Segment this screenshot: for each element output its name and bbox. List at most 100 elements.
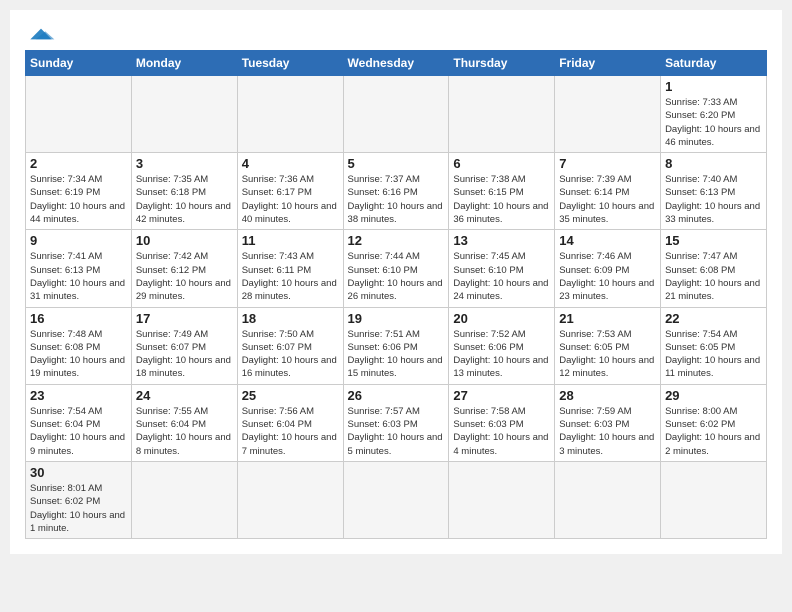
calendar-day-cell: 3 Sunrise: 7:35 AM Sunset: 6:18 PM Daylig…	[131, 153, 237, 230]
calendar-day-cell	[26, 76, 132, 153]
calendar-day-cell: 13Sunrise: 7:45 AM Sunset: 6:10 PM Dayli…	[449, 230, 555, 307]
calendar-day-cell: 11 Sunrise: 7:43 AM Sunset: 6:11 PM Dayli…	[237, 230, 343, 307]
day-number: 26	[348, 388, 445, 403]
calendar-day-cell	[237, 76, 343, 153]
calendar-day-cell: 10Sunrise: 7:42 AM Sunset: 6:12 PM Dayli…	[131, 230, 237, 307]
day-info: Sunrise: 7:52 AM Sunset: 6:06 PM Dayligh…	[453, 328, 550, 381]
calendar-week-row: 16Sunrise: 7:48 AM Sunset: 6:08 PM Dayli…	[26, 307, 767, 384]
day-number: 23	[30, 388, 127, 403]
day-number: 8	[665, 156, 762, 171]
logo	[25, 24, 59, 44]
calendar-day-cell: 29Sunrise: 8:00 AM Sunset: 6:02 PM Dayli…	[661, 384, 767, 461]
day-number: 25	[242, 388, 339, 403]
calendar-day-cell: 20 Sunrise: 7:52 AM Sunset: 6:06 PM Dayli…	[449, 307, 555, 384]
day-number: 6	[453, 156, 550, 171]
day-number: 21	[559, 311, 656, 326]
day-number: 22	[665, 311, 762, 326]
calendar-day-cell: 25 Sunrise: 7:56 AM Sunset: 6:04 PM Dayli…	[237, 384, 343, 461]
day-number: 11	[242, 233, 339, 248]
day-info: Sunrise: 7:44 AM Sunset: 6:10 PM Dayligh…	[348, 250, 445, 303]
calendar-day-cell: 17 Sunrise: 7:49 AM Sunset: 6:07 PM Dayli…	[131, 307, 237, 384]
day-number: 18	[242, 311, 339, 326]
calendar-day-cell	[449, 461, 555, 538]
calendar-day-cell: 7Sunrise: 7:39 AM Sunset: 6:14 PM Daylig…	[555, 153, 661, 230]
day-number: 5	[348, 156, 445, 171]
day-number: 1	[665, 79, 762, 94]
day-info: Sunrise: 7:56 AM Sunset: 6:04 PM Dayligh…	[242, 405, 339, 458]
day-number: 7	[559, 156, 656, 171]
logo-bird-icon	[25, 24, 57, 44]
calendar-day-cell: 30 Sunrise: 8:01 AM Sunset: 6:02 PM Dayli…	[26, 461, 132, 538]
day-info: Sunrise: 7:41 AM Sunset: 6:13 PM Dayligh…	[30, 250, 127, 303]
calendar-week-row: 30 Sunrise: 8:01 AM Sunset: 6:02 PM Dayli…	[26, 461, 767, 538]
day-number: 4	[242, 156, 339, 171]
calendar-day-cell: 19 Sunrise: 7:51 AM Sunset: 6:06 PM Dayli…	[343, 307, 449, 384]
day-info: Sunrise: 7:46 AM Sunset: 6:09 PM Dayligh…	[559, 250, 656, 303]
calendar-day-cell: 1Sunrise: 7:33 AM Sunset: 6:20 PM Daylig…	[661, 76, 767, 153]
weekday-header-wednesday: Wednesday	[343, 51, 449, 76]
calendar-day-cell	[131, 461, 237, 538]
calendar-day-cell	[343, 461, 449, 538]
calendar-day-cell	[237, 461, 343, 538]
day-number: 13	[453, 233, 550, 248]
day-info: Sunrise: 7:51 AM Sunset: 6:06 PM Dayligh…	[348, 328, 445, 381]
day-number: 16	[30, 311, 127, 326]
calendar-day-cell: 26 Sunrise: 7:57 AM Sunset: 6:03 PM Dayli…	[343, 384, 449, 461]
day-number: 14	[559, 233, 656, 248]
calendar-day-cell: 28Sunrise: 7:59 AM Sunset: 6:03 PM Dayli…	[555, 384, 661, 461]
calendar-day-cell	[555, 461, 661, 538]
calendar-day-cell	[555, 76, 661, 153]
day-number: 12	[348, 233, 445, 248]
calendar-day-cell: 22Sunrise: 7:54 AM Sunset: 6:05 PM Dayli…	[661, 307, 767, 384]
day-info: Sunrise: 7:37 AM Sunset: 6:16 PM Dayligh…	[348, 173, 445, 226]
day-info: Sunrise: 7:35 AM Sunset: 6:18 PM Dayligh…	[136, 173, 233, 226]
calendar-day-cell: 23 Sunrise: 7:54 AM Sunset: 6:04 PM Dayli…	[26, 384, 132, 461]
calendar-day-cell	[661, 461, 767, 538]
calendar-day-cell: 9 Sunrise: 7:41 AM Sunset: 6:13 PM Daylig…	[26, 230, 132, 307]
calendar-day-cell: 4 Sunrise: 7:36 AM Sunset: 6:17 PM Daylig…	[237, 153, 343, 230]
day-info: Sunrise: 7:49 AM Sunset: 6:07 PM Dayligh…	[136, 328, 233, 381]
day-info: Sunrise: 7:54 AM Sunset: 6:04 PM Dayligh…	[30, 405, 127, 458]
day-info: Sunrise: 7:40 AM Sunset: 6:13 PM Dayligh…	[665, 173, 762, 226]
day-number: 20	[453, 311, 550, 326]
day-number: 27	[453, 388, 550, 403]
day-info: Sunrise: 7:36 AM Sunset: 6:17 PM Dayligh…	[242, 173, 339, 226]
calendar-day-cell: 18Sunrise: 7:50 AM Sunset: 6:07 PM Dayli…	[237, 307, 343, 384]
calendar-day-cell: 5 Sunrise: 7:37 AM Sunset: 6:16 PM Daylig…	[343, 153, 449, 230]
day-number: 3	[136, 156, 233, 171]
day-number: 30	[30, 465, 127, 480]
day-info: Sunrise: 7:34 AM Sunset: 6:19 PM Dayligh…	[30, 173, 127, 226]
day-number: 24	[136, 388, 233, 403]
calendar-day-cell: 15Sunrise: 7:47 AM Sunset: 6:08 PM Dayli…	[661, 230, 767, 307]
calendar-day-cell: 6 Sunrise: 7:38 AM Sunset: 6:15 PM Daylig…	[449, 153, 555, 230]
weekday-header-saturday: Saturday	[661, 51, 767, 76]
calendar-day-cell: 27 Sunrise: 7:58 AM Sunset: 6:03 PM Dayli…	[449, 384, 555, 461]
weekday-header-row: SundayMondayTuesdayWednesdayThursdayFrid…	[26, 51, 767, 76]
calendar-day-cell	[449, 76, 555, 153]
day-number: 10	[136, 233, 233, 248]
calendar-day-cell: 12 Sunrise: 7:44 AM Sunset: 6:10 PM Dayli…	[343, 230, 449, 307]
calendar-page: SundayMondayTuesdayWednesdayThursdayFrid…	[10, 10, 782, 554]
calendar-day-cell: 21Sunrise: 7:53 AM Sunset: 6:05 PM Dayli…	[555, 307, 661, 384]
day-number: 17	[136, 311, 233, 326]
day-number: 9	[30, 233, 127, 248]
calendar-week-row: 1Sunrise: 7:33 AM Sunset: 6:20 PM Daylig…	[26, 76, 767, 153]
calendar-day-cell: 14 Sunrise: 7:46 AM Sunset: 6:09 PM Dayli…	[555, 230, 661, 307]
day-info: Sunrise: 7:43 AM Sunset: 6:11 PM Dayligh…	[242, 250, 339, 303]
day-number: 28	[559, 388, 656, 403]
day-number: 19	[348, 311, 445, 326]
day-number: 15	[665, 233, 762, 248]
day-info: Sunrise: 8:01 AM Sunset: 6:02 PM Dayligh…	[30, 482, 127, 535]
calendar-day-cell	[343, 76, 449, 153]
day-info: Sunrise: 8:00 AM Sunset: 6:02 PM Dayligh…	[665, 405, 762, 458]
calendar-week-row: 2Sunrise: 7:34 AM Sunset: 6:19 PM Daylig…	[26, 153, 767, 230]
calendar-week-row: 23 Sunrise: 7:54 AM Sunset: 6:04 PM Dayli…	[26, 384, 767, 461]
day-info: Sunrise: 7:38 AM Sunset: 6:15 PM Dayligh…	[453, 173, 550, 226]
day-info: Sunrise: 7:57 AM Sunset: 6:03 PM Dayligh…	[348, 405, 445, 458]
day-info: Sunrise: 7:58 AM Sunset: 6:03 PM Dayligh…	[453, 405, 550, 458]
weekday-header-thursday: Thursday	[449, 51, 555, 76]
weekday-header-monday: Monday	[131, 51, 237, 76]
logo-icon-row	[25, 24, 59, 44]
calendar-day-cell: 24Sunrise: 7:55 AM Sunset: 6:04 PM Dayli…	[131, 384, 237, 461]
calendar-day-cell: 2Sunrise: 7:34 AM Sunset: 6:19 PM Daylig…	[26, 153, 132, 230]
